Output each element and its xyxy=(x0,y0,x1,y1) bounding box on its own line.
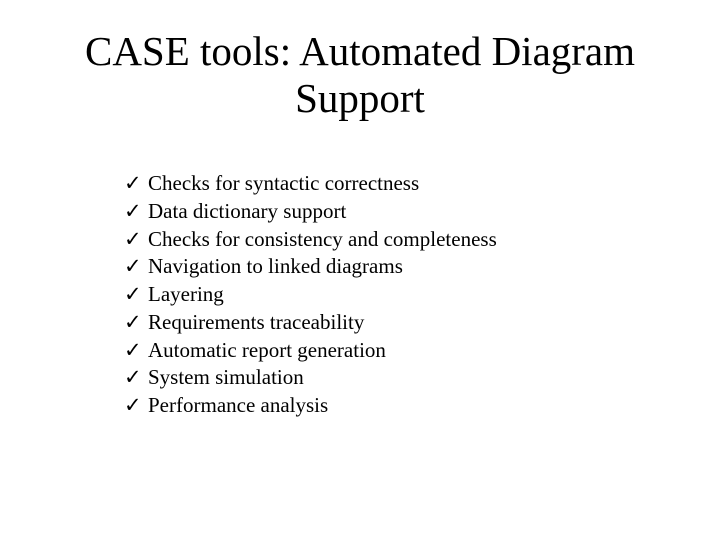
check-icon: ✓ xyxy=(124,392,142,420)
check-icon: ✓ xyxy=(124,364,142,392)
check-icon: ✓ xyxy=(124,253,142,281)
list-item: ✓ Data dictionary support xyxy=(124,198,644,226)
list-item: ✓ Navigation to linked diagrams xyxy=(124,253,644,281)
list-item: ✓ Layering xyxy=(124,281,644,309)
list-item: ✓ Performance analysis xyxy=(124,392,644,420)
check-icon: ✓ xyxy=(124,170,142,198)
list-item-text: Automatic report generation xyxy=(148,337,644,365)
check-icon: ✓ xyxy=(124,226,142,254)
bullet-list: ✓ Checks for syntactic correctness ✓ Dat… xyxy=(124,170,644,419)
list-item: ✓ Requirements traceability xyxy=(124,309,644,337)
list-item-text: Checks for consistency and completeness xyxy=(148,226,644,254)
list-item-text: Navigation to linked diagrams xyxy=(148,253,644,281)
check-icon: ✓ xyxy=(124,198,142,226)
slide-title: CASE tools: Automated Diagram Support xyxy=(36,28,684,122)
list-item-text: Checks for syntactic correctness xyxy=(148,170,644,198)
list-item: ✓ Checks for consistency and completenes… xyxy=(124,226,644,254)
check-icon: ✓ xyxy=(124,337,142,365)
check-icon: ✓ xyxy=(124,309,142,337)
list-item-text: Layering xyxy=(148,281,644,309)
list-item-text: Performance analysis xyxy=(148,392,644,420)
list-item: ✓ Checks for syntactic correctness xyxy=(124,170,644,198)
slide: CASE tools: Automated Diagram Support ✓ … xyxy=(0,0,720,540)
list-item: ✓ System simulation xyxy=(124,364,644,392)
check-icon: ✓ xyxy=(124,281,142,309)
list-item-text: System simulation xyxy=(148,364,644,392)
list-item: ✓ Automatic report generation xyxy=(124,337,644,365)
list-item-text: Data dictionary support xyxy=(148,198,644,226)
list-item-text: Requirements traceability xyxy=(148,309,644,337)
